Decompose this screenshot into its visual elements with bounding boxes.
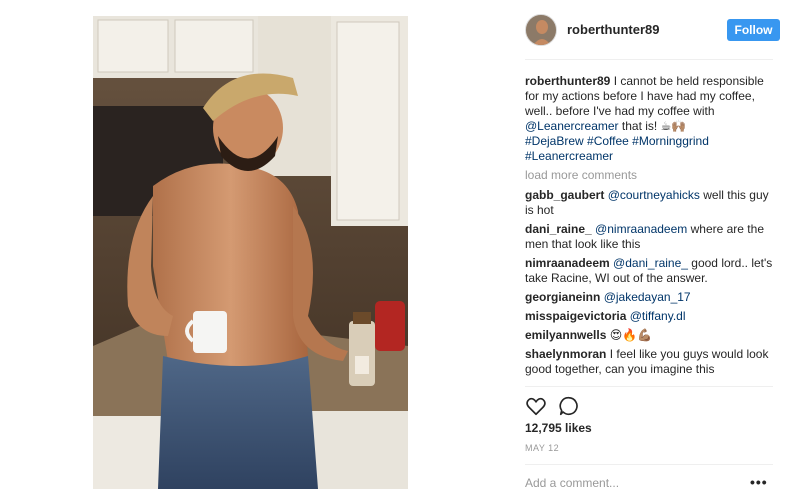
comment-mention[interactable]: @jakedayan_17	[604, 290, 691, 304]
comment-mention[interactable]: @dani_raine_	[613, 256, 688, 270]
comment-username[interactable]: nimraanadeem	[525, 256, 610, 270]
likes-count[interactable]: 12,795 likes	[525, 421, 592, 435]
comment-item: nimraanadeem @dani_raine_ good lord.. le…	[525, 256, 777, 286]
post-caption: roberthunter89 I cannot be held responsi…	[525, 74, 777, 164]
comment-mention[interactable]: @nimraanadeem	[595, 222, 687, 236]
comment-item: dani_raine_ @nimraanadeem where are the …	[525, 222, 777, 252]
comment-item: misspaigevictoria @tiffany.dl	[525, 309, 777, 324]
comment-username[interactable]: gabb_gaubert	[525, 188, 604, 202]
caption-text-end: that is! ☕🙌🏽	[618, 119, 687, 133]
caption-mention[interactable]: @Leanercreamer	[525, 119, 619, 133]
comment-mention[interactable]: @tiffany.dl	[630, 309, 686, 323]
avatar[interactable]	[525, 14, 557, 46]
avatar-image	[526, 15, 556, 45]
post-panel: roberthunter89 Follow roberthunter89 I c…	[512, 0, 786, 504]
follow-button[interactable]: Follow	[727, 19, 780, 41]
post-date: MAY 12	[525, 443, 560, 453]
comment-item: shaelynmoran I feel like you guys would …	[525, 347, 777, 377]
comment-item: georgianeinn @jakedayan_17	[525, 290, 777, 305]
comment-bubble-icon[interactable]	[558, 395, 580, 417]
post-photo[interactable]	[93, 16, 408, 489]
caption-hashtags[interactable]: #DejaBrew #Coffee #Morninggrind #Leanerc…	[525, 134, 709, 163]
comment-mention[interactable]: @courtneyahicks	[608, 188, 700, 202]
comment-username[interactable]: shaelynmoran	[525, 347, 606, 361]
comment-username[interactable]: georgianeinn	[525, 290, 600, 304]
header-divider	[525, 59, 773, 60]
caption-username[interactable]: roberthunter89	[525, 74, 610, 88]
comment-username[interactable]: misspaigevictoria	[525, 309, 626, 323]
actions-divider	[525, 386, 773, 387]
more-options-icon[interactable]: •••	[750, 474, 768, 490]
photo-illustration	[93, 16, 408, 489]
comment-item: gabb_gaubert @courtneyahicks well this g…	[525, 188, 777, 218]
author-username[interactable]: roberthunter89	[567, 22, 659, 37]
comment-item: emilyannwells 😍🔥💪🏽	[525, 328, 777, 343]
load-more-comments[interactable]: load more comments	[525, 168, 777, 183]
comment-username[interactable]: dani_raine_	[525, 222, 592, 236]
heart-icon[interactable]	[525, 395, 547, 417]
add-comment-input[interactable]	[525, 475, 740, 491]
post-header: roberthunter89 Follow	[525, 14, 781, 48]
comment-text: 😍🔥💪🏽	[609, 328, 653, 342]
comment-box-divider	[525, 464, 773, 465]
comment-username[interactable]: emilyannwells	[525, 328, 606, 342]
comments-section: roberthunter89 I cannot be held responsi…	[525, 74, 777, 381]
post-actions	[525, 395, 775, 417]
